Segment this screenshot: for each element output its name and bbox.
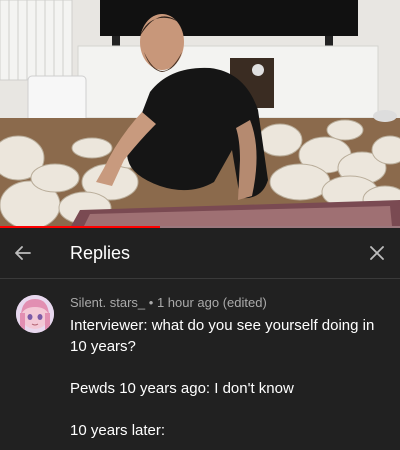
anime-avatar-icon [16,295,54,333]
video-progress-bar[interactable] [0,226,400,228]
video-frame [0,0,400,228]
avatar[interactable] [16,295,54,333]
meta-separator: • [148,295,157,310]
arrow-left-icon [15,246,31,260]
back-button[interactable] [8,238,38,268]
close-button[interactable] [362,238,392,268]
comment-author[interactable]: Silent. stars_ [70,295,145,310]
comment-meta: Silent. stars_ • 1 hour ago (edited) [70,295,267,310]
comment-line: 10 years later: [70,422,166,439]
close-icon [370,246,384,260]
comment-line: Interviewer: what do you see yourself do… [70,317,375,355]
page-title: Replies [70,243,131,263]
comment-body: Interviewer: what do you see yourself do… [70,315,392,441]
comment-time: 1 hour ago (edited) [156,295,267,310]
replies-header: Replies [0,229,400,279]
video-progress-fill [0,226,160,228]
video-player[interactable] [0,0,400,228]
comment-line: Pewds 10 years ago: I don't know [70,380,294,397]
reply-comment: Silent. stars_ • 1 hour ago (edited) Int… [0,279,400,450]
